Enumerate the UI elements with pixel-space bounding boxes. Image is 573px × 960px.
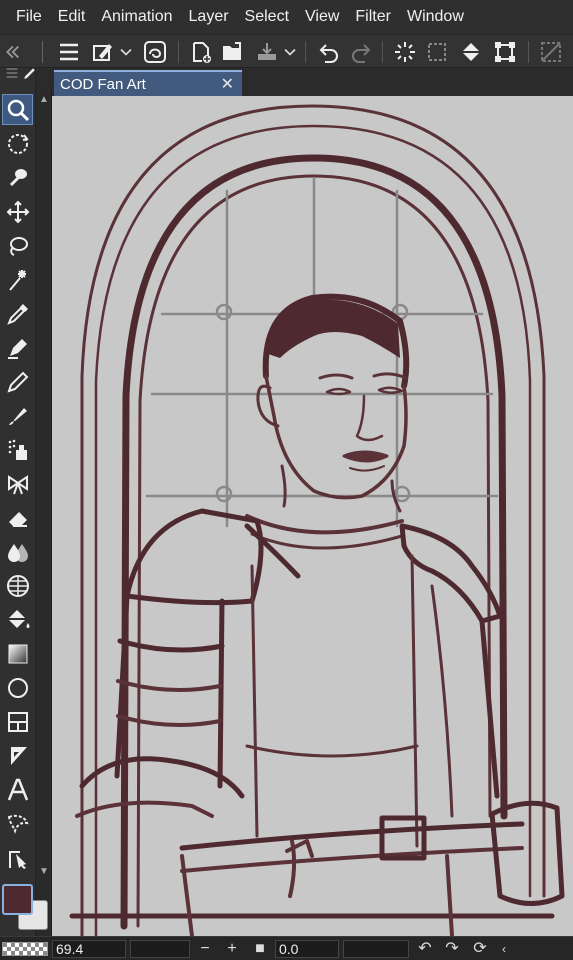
eraser-icon[interactable] — [2, 502, 33, 533]
scroll-up-icon[interactable]: ▲ — [38, 94, 50, 106]
ruler-icon[interactable] — [2, 740, 33, 771]
gradient-icon[interactable] — [2, 638, 33, 669]
zoom-out-button[interactable]: − — [195, 939, 215, 959]
correct-line-icon[interactable] — [2, 842, 33, 873]
auto-select-icon[interactable] — [2, 162, 33, 193]
menu-view[interactable]: View — [297, 0, 347, 34]
drawing-canvas[interactable] — [52, 96, 573, 936]
menu-file[interactable]: File — [8, 0, 50, 34]
menu-window[interactable]: Window — [399, 0, 472, 34]
transparency-indicator — [2, 942, 48, 956]
panel-menu-icon[interactable] — [4, 66, 20, 80]
menu-edit[interactable]: Edit — [50, 0, 94, 34]
open-icon[interactable] — [218, 37, 248, 67]
airbrush-icon[interactable] — [2, 434, 33, 465]
menu-icon[interactable] — [54, 37, 84, 67]
magic-wand-icon[interactable] — [2, 264, 33, 295]
move-layer-rotate-icon[interactable] — [2, 128, 33, 159]
eyedropper-icon[interactable] — [2, 298, 33, 329]
menu-animation[interactable]: Animation — [93, 0, 180, 34]
command-bar — [0, 34, 573, 68]
decoration-icon[interactable] — [2, 468, 33, 499]
reset-rotation-icon[interactable]: ⟳ — [470, 939, 490, 959]
save-icon[interactable] — [252, 37, 282, 67]
stabilization-icon[interactable] — [140, 37, 170, 67]
line-art — [69, 104, 565, 936]
menu-layer[interactable]: Layer — [181, 0, 237, 34]
layer-property-icon[interactable] — [88, 37, 118, 67]
status-bar: 69.4 − + ■ 0.0 ↶ ↷ ⟳ ‹ — [0, 936, 573, 960]
shape-icon[interactable] — [2, 672, 33, 703]
zoom-field[interactable]: 69.4 — [52, 940, 126, 958]
zoom-icon[interactable] — [2, 94, 33, 125]
chevron-down-icon[interactable] — [280, 37, 300, 67]
reset-zoom-icon[interactable]: ■ — [250, 939, 270, 959]
rotation-field[interactable]: 0.0 — [275, 940, 339, 958]
clear-selection-icon[interactable] — [422, 37, 452, 67]
document-tabs: COD Fan Art ✕ — [52, 68, 573, 96]
new-icon[interactable] — [186, 37, 216, 67]
main-color-swatch[interactable] — [2, 884, 33, 915]
pencil-icon[interactable] — [2, 366, 33, 397]
menu-filter[interactable]: Filter — [347, 0, 399, 34]
balloon-icon[interactable] — [2, 808, 33, 839]
crop-icon[interactable] — [536, 37, 566, 67]
zoom-slider[interactable] — [130, 940, 190, 958]
brush-icon[interactable] — [2, 400, 33, 431]
rotate-right-icon[interactable]: ↷ — [442, 939, 462, 959]
rotate-left-icon[interactable]: ↶ — [415, 939, 435, 959]
tool-scrollbar[interactable]: ▲ ▼ — [36, 90, 52, 936]
move-icon[interactable] — [2, 196, 33, 227]
fill-icon[interactable] — [456, 37, 486, 67]
menu-bar: File Edit Animation Layer Select View Fi… — [0, 0, 573, 34]
scroll-down-icon[interactable]: ▼ — [38, 866, 50, 878]
tab-title: COD Fan Art — [60, 75, 146, 93]
fill-icon[interactable] — [2, 604, 33, 635]
tool-palette — [0, 68, 36, 936]
pen-pressure-icon — [22, 64, 36, 82]
selection-launcher-icon[interactable] — [390, 37, 420, 67]
transform-icon[interactable] — [490, 37, 520, 67]
text-icon[interactable] — [2, 774, 33, 805]
close-icon[interactable]: ✕ — [221, 74, 234, 94]
tab-document[interactable]: COD Fan Art ✕ — [54, 70, 242, 96]
chevron-down-icon[interactable] — [116, 37, 136, 67]
rotation-slider[interactable] — [343, 940, 409, 958]
redo-icon[interactable] — [346, 37, 376, 67]
lasso-icon[interactable] — [2, 230, 33, 261]
undo-icon[interactable] — [314, 37, 344, 67]
frame-icon[interactable] — [2, 706, 33, 737]
flip-icon[interactable]: ‹ — [494, 939, 514, 959]
pen-icon[interactable] — [2, 332, 33, 363]
menu-select[interactable]: Select — [237, 0, 297, 34]
zoom-in-button[interactable]: + — [222, 939, 242, 959]
blend-icon[interactable] — [2, 536, 33, 567]
figure-icon[interactable] — [2, 570, 33, 601]
